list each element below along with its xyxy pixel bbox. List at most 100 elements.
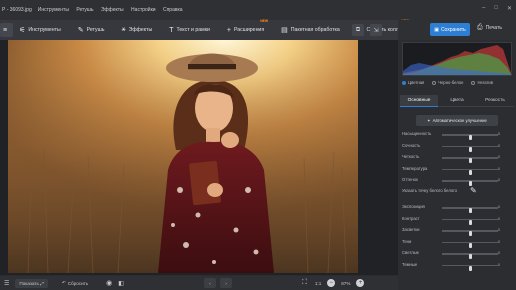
maximize-icon[interactable]: □	[494, 5, 498, 12]
slider-value: 0	[497, 165, 500, 171]
toolbar-retouch-label: Ретушь	[86, 27, 105, 33]
menu-item-effects[interactable]: Эффекты	[101, 7, 124, 13]
title-bar: Р - 36093.jpg Инструменты Ретушь Эффекты…	[0, 0, 516, 20]
slider-knob[interactable]	[468, 208, 472, 214]
split-view-icon[interactable]: ◧	[118, 280, 124, 287]
toolbar-tools-label: Инструменты	[28, 27, 61, 33]
slider-knob[interactable]	[468, 158, 472, 164]
slider-track[interactable]	[442, 145, 498, 152]
radio-bw[interactable]: Черно-белое	[432, 80, 463, 85]
main-toolbar: ≡ ⚟ Инструменты ✎ Ретушь ⚹ Эффекты T Текст и…	[0, 19, 409, 40]
tab-basic[interactable]: Основные	[400, 95, 438, 107]
slider-track[interactable]	[442, 207, 498, 214]
adjust-slider-row: Экспозиция 0	[402, 204, 510, 214]
slider-label: Сочность	[402, 142, 421, 148]
adjust-slider-row: Четкость 0	[402, 154, 510, 164]
zoom-out-icon[interactable]: −	[327, 279, 336, 287]
print-button[interactable]: ⎙ Печать	[477, 24, 502, 32]
view-mode-radios: Цветная Черно-белое Негатив	[402, 80, 493, 85]
eye-icon[interactable]: ◉	[106, 279, 112, 287]
adjust-slider-row: Контраст 0	[402, 215, 510, 225]
slider-value: 0	[497, 261, 500, 267]
brush-icon: ✎	[77, 27, 84, 34]
tab-colors[interactable]: Цвета	[438, 95, 476, 107]
white-point-label: Указать точку белого белого	[402, 188, 457, 193]
menu-item-tools[interactable]: Инструменты	[38, 7, 69, 13]
compare-icon[interactable]: ⧉	[352, 24, 364, 36]
bottom-bar: ☰ Показать ⤢ ↶ Сбросить ◉ ◧ ‹ › ⛶ 1:1 − 8…	[0, 276, 398, 290]
next-image-button[interactable]: ›	[219, 278, 232, 288]
slider-knob[interactable]	[468, 135, 472, 141]
menu-item-retouch[interactable]: Ретушь	[76, 7, 93, 13]
slider-knob[interactable]	[468, 254, 472, 260]
adjust-slider-row: Засветки 0	[402, 227, 510, 237]
save-button[interactable]: ▣ Сохранить	[430, 23, 470, 36]
tab-sharpness[interactable]: Резкость	[476, 95, 514, 107]
slider-knob[interactable]	[468, 169, 472, 175]
zoom-in-icon[interactable]: +	[356, 279, 365, 287]
toolbar-batch[interactable]: ▤ Пакетная обработка	[277, 23, 344, 37]
save-label: Сохранить	[440, 26, 466, 33]
slider-track[interactable]	[442, 230, 498, 237]
reset-button[interactable]: ↶ Сбросить	[62, 280, 88, 286]
plus-icon: +	[226, 26, 231, 34]
slider-track[interactable]	[442, 157, 498, 164]
toolbar-extensions[interactable]: + Расширения NEW	[223, 19, 268, 37]
slider-label: Контраст	[402, 215, 420, 221]
slider-value: 0	[497, 142, 500, 148]
close-icon[interactable]: ✕	[507, 5, 512, 12]
toolbar-effects[interactable]: ⚹ Эффекты	[117, 23, 156, 37]
auto-enhance-button[interactable]: ✦ Автоматическое улучшение	[416, 115, 498, 126]
slider-track[interactable]	[442, 134, 498, 141]
prev-image-button[interactable]: ‹	[203, 278, 216, 288]
new-badge: NEW	[260, 19, 269, 23]
toolbar-tools[interactable]: ⚟ Инструменты	[15, 23, 65, 37]
slider-track[interactable]	[442, 241, 498, 248]
slider-knob[interactable]	[468, 219, 472, 225]
minimize-icon[interactable]: –	[482, 5, 485, 12]
fit-screen-icon[interactable]: ⛶	[302, 279, 307, 287]
menu-item-settings[interactable]: Настройки	[131, 7, 156, 13]
show-original-button[interactable]: Показать ⤢	[15, 278, 48, 288]
slider-label: Экспозиция	[402, 204, 425, 209]
slider-label: Температура	[402, 165, 428, 171]
radio-negative[interactable]: Негатив	[471, 80, 493, 85]
slider-label: Четкость	[402, 154, 420, 159]
sidebar-toggle-icon[interactable]: ☰	[4, 280, 9, 287]
hamburger-button[interactable]: ≡	[0, 23, 14, 37]
reset-label: Сбросить	[67, 280, 89, 286]
auto-enhance-label: Автоматическое улучшение	[432, 118, 487, 123]
slider-knob[interactable]	[468, 265, 472, 271]
toolbar-compare-group: ⧉ ⇲	[352, 24, 382, 36]
panel-tabs: Основные Цвета Резкость	[400, 95, 514, 107]
adjust-slider-row: Темные 0	[402, 261, 510, 271]
menu-item-help[interactable]: Справка	[163, 7, 183, 13]
toolbar-retouch[interactable]: ✎ Ретушь	[74, 23, 109, 37]
adjust-slider-row: Насыщенность 0	[402, 131, 510, 141]
toolbar-text[interactable]: T Текст и рамки	[165, 23, 214, 37]
slider-label: Засветки	[402, 227, 420, 232]
slider-track[interactable]	[442, 264, 498, 271]
pipette-icon[interactable]: ✎	[470, 186, 477, 195]
slider-knob[interactable]	[468, 146, 472, 152]
adjust-slider-row: Сочность 0	[402, 142, 510, 152]
menu-bar: Инструменты Ретушь Эффекты Настройки Спр…	[38, 7, 189, 13]
slider-knob[interactable]	[468, 231, 472, 237]
slider-track[interactable]	[442, 180, 498, 187]
histogram	[402, 42, 512, 76]
zoom-ratio[interactable]: 1:1	[315, 281, 321, 286]
radio-color[interactable]: Цветная	[402, 80, 424, 85]
slider-knob[interactable]	[468, 242, 472, 248]
before-after-icon[interactable]: ⇲	[370, 24, 382, 36]
toolbar-batch-label: Пакетная обработка	[290, 27, 340, 33]
slider-track[interactable]	[442, 253, 498, 260]
slider-track[interactable]	[442, 168, 498, 175]
photo[interactable]	[8, 40, 358, 273]
slider-value: 0	[497, 215, 500, 221]
photo-canvas	[0, 40, 398, 275]
slider-value: 0	[497, 250, 500, 255]
save-icon: ▣	[434, 26, 439, 33]
slider-track[interactable]	[442, 218, 498, 225]
slider-label: Светлые	[402, 250, 419, 255]
slider-value: 0	[497, 238, 500, 244]
